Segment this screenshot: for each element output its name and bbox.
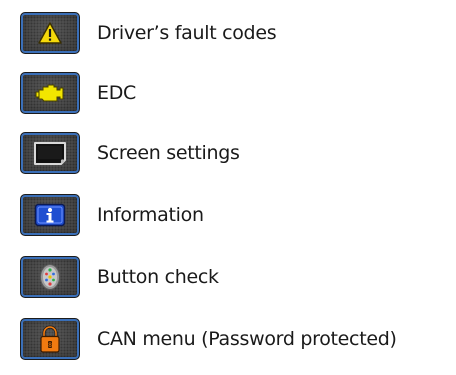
warning-triangle-icon <box>38 22 62 44</box>
edc-tile[interactable] <box>20 72 80 114</box>
menu-item-label: Information <box>97 204 204 226</box>
button-check-tile[interactable] <box>20 256 80 298</box>
menu-item-screen-settings[interactable]: Screen settings <box>20 131 440 175</box>
drivers-fault-codes-tile[interactable] <box>20 12 80 54</box>
can-menu-tile[interactable]: 8 <box>20 318 80 360</box>
menu-item-can-menu[interactable]: 8 CAN menu (Password protected) <box>20 317 440 361</box>
display-screen-icon <box>32 141 68 165</box>
menu-item-information[interactable]: Information <box>20 193 440 237</box>
info-icon <box>34 203 66 227</box>
padlock-icon: 8 <box>39 324 61 354</box>
information-tile[interactable] <box>20 194 80 236</box>
screen-settings-tile[interactable] <box>20 132 80 174</box>
menu-item-label: Screen settings <box>97 142 240 164</box>
menu-item-label: Driver’s fault codes <box>97 22 277 44</box>
menu-list: Driver’s fault codes EDC Screen settings… <box>0 0 456 375</box>
button-keypad-icon <box>39 263 61 291</box>
menu-item-button-check[interactable]: Button check <box>20 255 440 299</box>
menu-item-label: Button check <box>97 266 219 288</box>
engine-icon <box>35 82 65 104</box>
menu-item-label: EDC <box>97 82 137 104</box>
menu-item-drivers-fault-codes[interactable]: Driver’s fault codes <box>20 11 440 55</box>
menu-item-label: CAN menu (Password protected) <box>97 328 397 350</box>
menu-item-edc[interactable]: EDC <box>20 71 440 115</box>
svg-text:8: 8 <box>48 342 52 349</box>
